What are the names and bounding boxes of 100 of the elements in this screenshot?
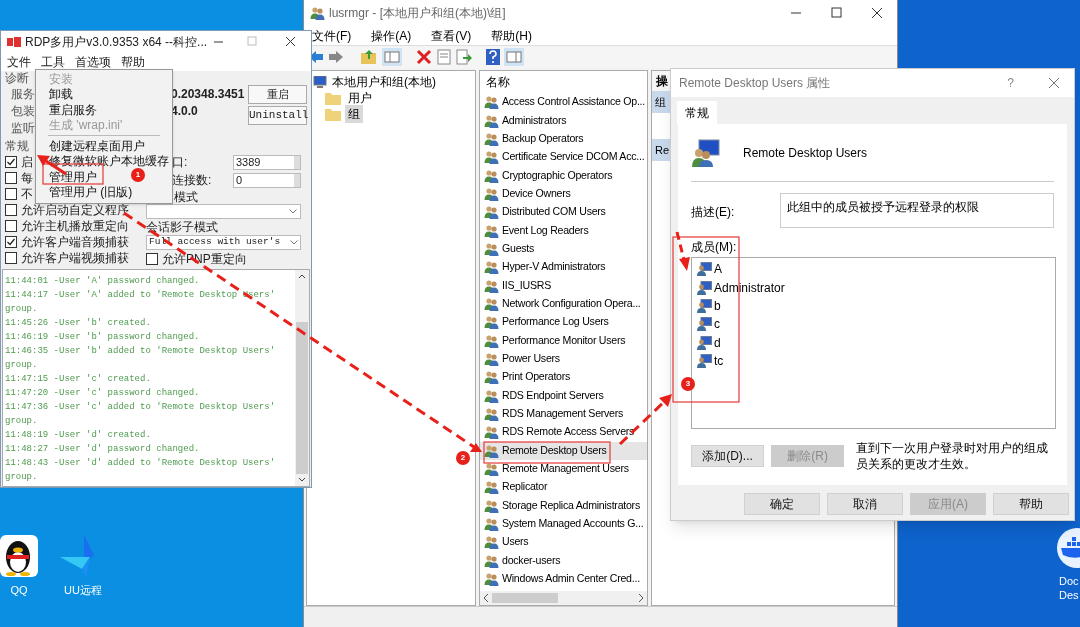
chevron-down-icon[interactable] (290, 240, 298, 245)
description-field[interactable]: 此组中的成员被授予远程登录的权限 (779, 193, 1054, 228)
field-label: 包装 (11, 103, 35, 118)
export-icon[interactable] (456, 49, 472, 65)
menu-item[interactable]: 工具 (41, 53, 65, 71)
menu-item[interactable]: 文件 (7, 53, 31, 71)
list-row[interactable]: Distributed COM Users (480, 203, 647, 222)
users-icon (484, 223, 499, 238)
checkbox[interactable] (5, 156, 17, 168)
checkbox[interactable] (5, 236, 17, 248)
list-row[interactable]: Hyper-V Administrators (480, 258, 647, 277)
checkbox-label[interactable]: 允许客户端视频捕获 (21, 249, 129, 267)
forward-arrow-icon[interactable] (328, 50, 344, 64)
list-row[interactable]: Event Log Readers (480, 221, 647, 240)
log-line: 11:48:43 -User 'd' added to 'Remote Desktop Users' group. (5, 457, 277, 484)
list-row[interactable]: Network Configuration Opera... (480, 294, 647, 314)
checkbox-label[interactable]: 每 (21, 169, 33, 187)
list-row[interactable]: IIS_IUSRS (480, 276, 647, 295)
monitor-users-icon (691, 138, 721, 167)
tree-item[interactable]: 本地用户和组(本地) (332, 73, 436, 91)
list-row[interactable]: Backup Operators (480, 129, 647, 149)
number-field[interactable]: 0 (233, 172, 301, 188)
help-icon[interactable] (486, 49, 500, 65)
users-icon (484, 388, 499, 403)
list-row[interactable]: Guests (480, 239, 647, 259)
delete-icon[interactable] (416, 49, 432, 65)
app-icon (7, 37, 21, 47)
column-header[interactable]: 名称 (486, 73, 510, 91)
list-row[interactable]: RDS Remote Access Servers (480, 423, 647, 442)
dialog-button[interactable]: 帮助 (993, 493, 1069, 515)
menu-item[interactable]: 查看(V) (431, 26, 472, 45)
group-label: 常规 (5, 138, 29, 155)
checkbox[interactable] (5, 188, 17, 200)
menu-item[interactable]: 首选项 (75, 53, 111, 71)
users-icon (484, 480, 499, 495)
list-row[interactable]: Performance Log Users (480, 313, 647, 332)
list-row[interactable]: Administrators (480, 111, 647, 130)
checkbox-label[interactable]: 允许客户端音频捕获 (21, 233, 129, 251)
list-row[interactable]: Storage Replica Administrators (480, 496, 647, 515)
checkbox-label[interactable]: 不 (21, 185, 33, 203)
menu-item[interactable]: 帮助 (121, 53, 145, 71)
number-field[interactable]: 3389 (233, 154, 301, 170)
checkbox[interactable] (5, 220, 17, 232)
list-item[interactable]: tc (714, 352, 724, 371)
checkbox[interactable] (5, 204, 17, 216)
list-row[interactable]: Windows Admin Center Cred... (480, 569, 647, 589)
list-item[interactable]: d (714, 333, 721, 352)
log-line: 11:46:19 -User 'b' password changed. (5, 331, 201, 344)
checkbox[interactable] (5, 252, 17, 264)
checkbox-label[interactable]: 启 (21, 153, 33, 171)
list-row[interactable]: System Managed Accounts G... (480, 514, 647, 534)
list-row[interactable]: RDS Management Servers (480, 404, 647, 424)
list-item[interactable]: b (714, 296, 721, 315)
list-row[interactable]: Remote Management Users (480, 459, 647, 479)
menu-item[interactable]: 创建远程桌面用户 (49, 136, 145, 155)
checkbox[interactable] (5, 172, 17, 184)
list-row[interactable]: Users (480, 533, 647, 552)
list-row[interactable]: Cryptographic Operators (480, 166, 647, 185)
chevron-down-icon[interactable] (289, 209, 297, 214)
members-list[interactable]: A Administrator b c d tc (691, 257, 1056, 429)
menu-item[interactable]: 操作(A) (371, 26, 412, 45)
list-row[interactable]: Power Users (480, 349, 647, 369)
log-line: 11:47:15 -User 'c' created. (5, 373, 152, 386)
folder-up-icon[interactable] (360, 49, 378, 65)
checkbox[interactable] (146, 253, 158, 265)
help-glyph[interactable]: ? (1007, 74, 1014, 92)
list-row[interactable]: Device Owners (480, 184, 647, 204)
list-row[interactable]: Replicator (480, 478, 647, 497)
menu-item[interactable]: 管理用户 (旧版) (49, 183, 133, 202)
dialog-button[interactable]: 确定 (744, 493, 820, 515)
penguin-icon[interactable] (0, 535, 38, 577)
menu-item[interactable]: 文件(F) (312, 26, 352, 45)
list-row[interactable]: Access Control Assistance Op... (480, 93, 647, 112)
list-row[interactable]: docker-users (480, 551, 647, 570)
horizontal-scrollbar[interactable] (480, 591, 647, 605)
tree-item[interactable]: 组 (345, 105, 363, 123)
list-item[interactable]: c (714, 315, 720, 334)
list-item[interactable]: Administrator (714, 278, 785, 297)
list-item[interactable]: A (714, 260, 722, 279)
checkbox-label[interactable]: 允许PNP重定向 (162, 250, 247, 268)
field-label: 连接数: (172, 173, 212, 187)
list-row[interactable]: Performance Monitor Users (480, 331, 647, 350)
vertical-scrollbar[interactable] (295, 270, 309, 486)
whale-icon[interactable] (1055, 528, 1080, 568)
tab[interactable]: 常规 (677, 101, 717, 124)
tree-item[interactable]: 用户 (345, 89, 375, 107)
users-icon (484, 260, 499, 275)
checkbox-label[interactable]: 允许主机播放重定向 (21, 217, 129, 235)
window-title: RDP多用户v3.0.9353 x64 --科控... (25, 34, 208, 51)
panel-icon[interactable] (382, 48, 402, 66)
panel-icon[interactable] (504, 48, 524, 66)
list-row[interactable]: Certificate Service DCOM Acc... (480, 148, 647, 167)
uninstall-button[interactable]: Uninstall (248, 106, 307, 125)
dialog-button[interactable]: 取消 (827, 493, 903, 515)
add-button[interactable]: 添加(D)... (691, 445, 765, 467)
desktop-icon-label[interactable]: Doc Des (1050, 574, 1079, 602)
menu-item[interactable]: 帮助(H) (491, 26, 532, 45)
list-row[interactable]: Print Operators (480, 368, 647, 387)
list-row[interactable]: RDS Endpoint Servers (480, 386, 647, 405)
restart-button[interactable]: 重启 (248, 85, 307, 104)
